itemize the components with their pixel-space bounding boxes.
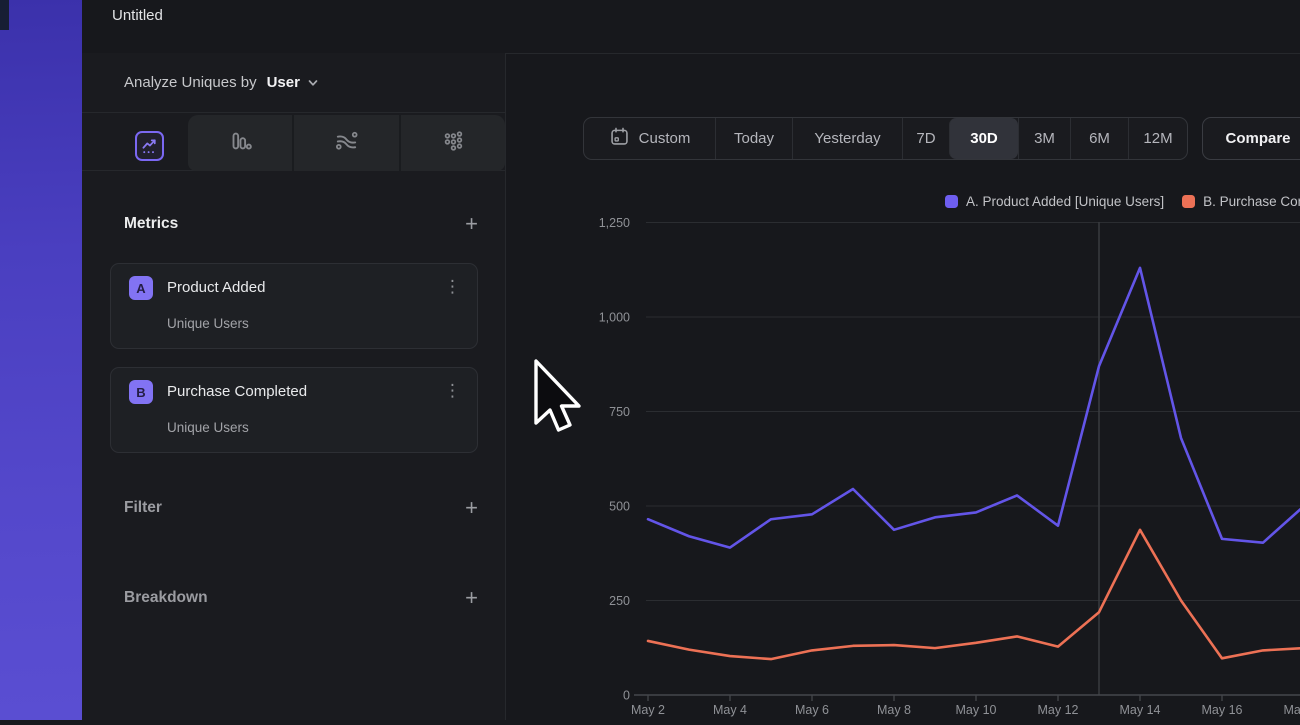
- breakdown-section-header: Breakdown +: [124, 589, 478, 607]
- tab-insights-line[interactable]: [110, 122, 188, 170]
- x-tick-label: May 10: [956, 703, 997, 717]
- y-tick-label: 0: [623, 689, 630, 703]
- metrics-header-label: Metrics: [124, 215, 178, 233]
- y-tick-label: 500: [609, 500, 630, 514]
- legend-label: B. Purchase Completed [Unique Users]: [1203, 194, 1300, 209]
- line-chart[interactable]: 0 250 500 750 1,000 1,250 May 2 May 4 May 6 May 8…: [505, 210, 1300, 720]
- y-tick-label: 250: [609, 594, 630, 608]
- range-7d-button[interactable]: 7D: [902, 118, 949, 159]
- chart-legend: A. Product Added [Unique Users] B. Purch…: [945, 190, 1300, 212]
- range-30d-button[interactable]: 30D: [949, 118, 1018, 159]
- metrics-grid-icon: [440, 128, 466, 159]
- mouse-cursor-icon: [533, 359, 585, 446]
- tab-metrics-grid[interactable]: [399, 115, 505, 171]
- metrics-section-header: Metrics +: [124, 215, 478, 233]
- insights-line-icon: [135, 131, 164, 161]
- legend-item-a[interactable]: A. Product Added [Unique Users]: [945, 190, 1164, 212]
- unselected-tabs-panel: [188, 115, 505, 171]
- add-metric-button[interactable]: +: [465, 215, 478, 233]
- metric-badge-b: B: [129, 380, 153, 404]
- breakdown-header-label: Breakdown: [124, 589, 208, 607]
- y-tick-label: 1,000: [599, 311, 630, 325]
- series-line-b: [648, 530, 1300, 659]
- tab-flows[interactable]: [292, 115, 398, 171]
- x-tick-label: May 14: [1120, 703, 1161, 717]
- kebab-menu-icon[interactable]: ⋮: [444, 277, 461, 297]
- range-today-button[interactable]: Today: [715, 118, 792, 159]
- compare-button[interactable]: Compare: [1202, 117, 1300, 160]
- x-tick-label: May 12: [1038, 703, 1079, 717]
- kebab-menu-icon[interactable]: ⋮: [444, 381, 461, 401]
- analyze-uniques-row: Analyze Uniques by User: [82, 53, 505, 113]
- metric-subtitle[interactable]: Unique Users: [167, 316, 249, 331]
- filter-section-header: Filter +: [124, 499, 478, 517]
- page-title: Untitled: [112, 7, 163, 24]
- app-window: { "window": { "title": "Untitled" }, "si…: [0, 0, 1300, 720]
- date-range-segmented-control: Custom Today Yesterday 7D 30D 3M 6M 12M: [583, 117, 1188, 160]
- legend-swatch-a: [945, 195, 958, 208]
- metric-subtitle[interactable]: Unique Users: [167, 420, 249, 435]
- metric-badge-a: A: [129, 276, 153, 300]
- top-bar: Untitled: [82, 0, 1300, 54]
- legend-item-b[interactable]: B. Purchase Completed [Unique Users]: [1182, 190, 1300, 212]
- x-tick-label: May 2: [631, 703, 665, 717]
- sidebar: Analyze Uniques by User: [82, 53, 506, 720]
- chart-type-tabs: [82, 114, 505, 171]
- x-tick-label: May 4: [713, 703, 747, 717]
- analyze-value-dropdown[interactable]: User: [267, 74, 300, 91]
- x-tick-label: May 18: [1284, 703, 1300, 717]
- calendar-icon: [609, 126, 630, 151]
- legend-label: A. Product Added [Unique Users]: [966, 194, 1164, 209]
- range-yesterday-button[interactable]: Yesterday: [792, 118, 902, 159]
- range-custom-button[interactable]: Custom: [584, 118, 715, 159]
- y-tick-label: 750: [609, 405, 630, 419]
- metric-card-purchase-completed[interactable]: B Purchase Completed ⋮ Unique Users: [110, 367, 478, 453]
- metric-card-product-added[interactable]: A Product Added ⋮ Unique Users: [110, 263, 478, 349]
- x-tick-label: May 6: [795, 703, 829, 717]
- add-filter-button[interactable]: +: [465, 499, 478, 517]
- range-12m-button[interactable]: 12M: [1128, 118, 1187, 159]
- legend-swatch-b: [1182, 195, 1195, 208]
- analyze-label: Analyze Uniques by: [124, 74, 257, 91]
- chart-canvas: 0 250 500 750 1,000 1,250 May 2 May 4 May 6 May 8…: [505, 210, 1300, 720]
- filter-header-label: Filter: [124, 499, 162, 517]
- metric-name: Product Added: [167, 279, 265, 296]
- bar-chart-icon: [227, 128, 253, 159]
- range-label: Custom: [639, 130, 691, 147]
- x-tick-label: May 8: [877, 703, 911, 717]
- rail-corner-shade: [0, 0, 9, 30]
- chevron-down-icon[interactable]: [307, 77, 319, 89]
- range-3m-button[interactable]: 3M: [1018, 118, 1070, 159]
- x-tick-label: May 16: [1202, 703, 1243, 717]
- y-tick-label: 1,250: [599, 216, 630, 230]
- add-breakdown-button[interactable]: +: [465, 589, 478, 607]
- tab-bar-chart[interactable]: [188, 115, 292, 171]
- range-6m-button[interactable]: 6M: [1070, 118, 1128, 159]
- metric-name: Purchase Completed: [167, 383, 307, 400]
- flows-icon: [333, 127, 360, 159]
- left-gradient-rail: [0, 0, 82, 720]
